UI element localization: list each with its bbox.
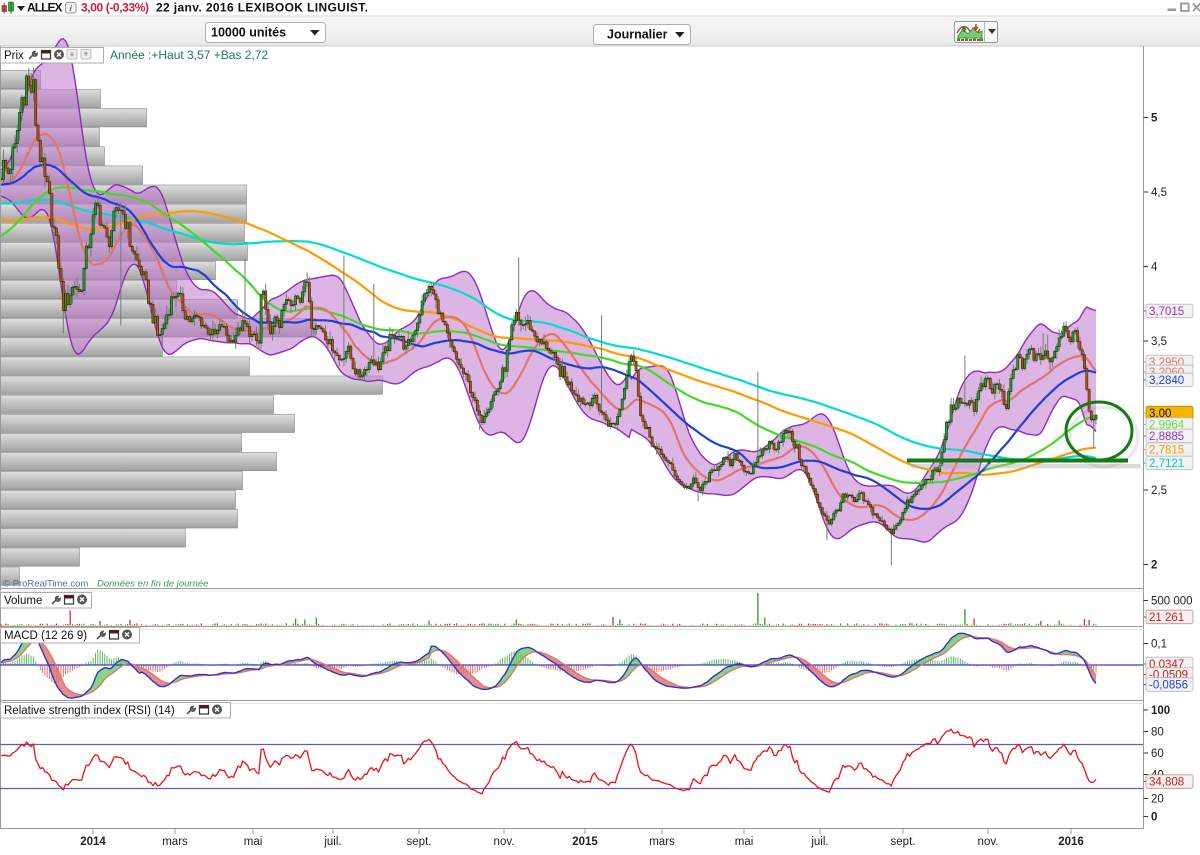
svg-text:4,5: 4,5 [1151, 187, 1167, 199]
svg-text:Journalier: Journalier [607, 28, 668, 42]
svg-text:3,2840: 3,2840 [1149, 375, 1184, 387]
svg-text:juil.: juil. [323, 836, 341, 848]
svg-text:sept.: sept. [407, 836, 432, 848]
svg-text:5: 5 [1151, 113, 1158, 125]
svg-text:Prix: Prix [4, 50, 24, 62]
svg-text:ALLEX: ALLEX [27, 1, 63, 15]
svg-text:mars: mars [162, 836, 188, 848]
svg-text:nov.: nov. [494, 836, 515, 848]
svg-text:2: 2 [1151, 560, 1157, 572]
svg-text:2,8885: 2,8885 [1149, 431, 1184, 443]
svg-text:Année :+Haut 3,57 +Bas 2,72: Année :+Haut 3,57 +Bas 2,72 [110, 48, 268, 62]
svg-text:juil.: juil. [810, 836, 828, 848]
svg-text:0: 0 [1151, 812, 1157, 824]
svg-text:500 000: 500 000 [1151, 596, 1193, 608]
svg-text:10000 unités: 10000 unités [211, 26, 286, 40]
svg-text:80: 80 [1151, 727, 1164, 739]
svg-text:2,7121: 2,7121 [1149, 458, 1184, 470]
svg-text:2,5: 2,5 [1151, 485, 1167, 497]
svg-text:21 261: 21 261 [1149, 612, 1184, 624]
svg-text:-0,0856: -0,0856 [1149, 680, 1188, 692]
svg-text:3,7015: 3,7015 [1149, 306, 1184, 318]
svg-text:0,1: 0,1 [1151, 639, 1167, 651]
svg-text:2016: 2016 [1058, 836, 1084, 848]
svg-text:34,808: 34,808 [1149, 777, 1184, 789]
svg-text:mai: mai [735, 836, 754, 848]
svg-text:2,7815: 2,7815 [1149, 445, 1184, 457]
svg-text:2014: 2014 [80, 836, 106, 848]
svg-text:60: 60 [1151, 748, 1164, 760]
svg-text:Relative strength index (RSI): Relative strength index (RSI) (14) [4, 705, 175, 717]
svg-text:3,00 (-0,33%): 3,00 (-0,33%) [81, 1, 149, 15]
svg-text:MACD (12 26 9): MACD (12 26 9) [4, 630, 87, 642]
svg-text:mai: mai [244, 836, 263, 848]
svg-text:mars: mars [649, 836, 675, 848]
svg-text:© ProRealTime.com: © ProRealTime.com [3, 579, 88, 590]
svg-text:4: 4 [1151, 262, 1158, 274]
svg-text:Données en fin de journée: Données en fin de journée [97, 579, 208, 590]
svg-text:2015: 2015 [572, 836, 598, 848]
svg-text:100: 100 [1151, 705, 1170, 717]
svg-text:20: 20 [1151, 794, 1164, 806]
svg-text:Volume: Volume [4, 595, 42, 607]
svg-text:sept.: sept. [891, 836, 916, 848]
svg-text:nov.: nov. [978, 836, 999, 848]
svg-text:3,5: 3,5 [1151, 336, 1167, 348]
svg-text:22 janv. 2016 LEXIBOOK LINGUIS: 22 janv. 2016 LEXIBOOK LINGUIST. [156, 1, 368, 15]
